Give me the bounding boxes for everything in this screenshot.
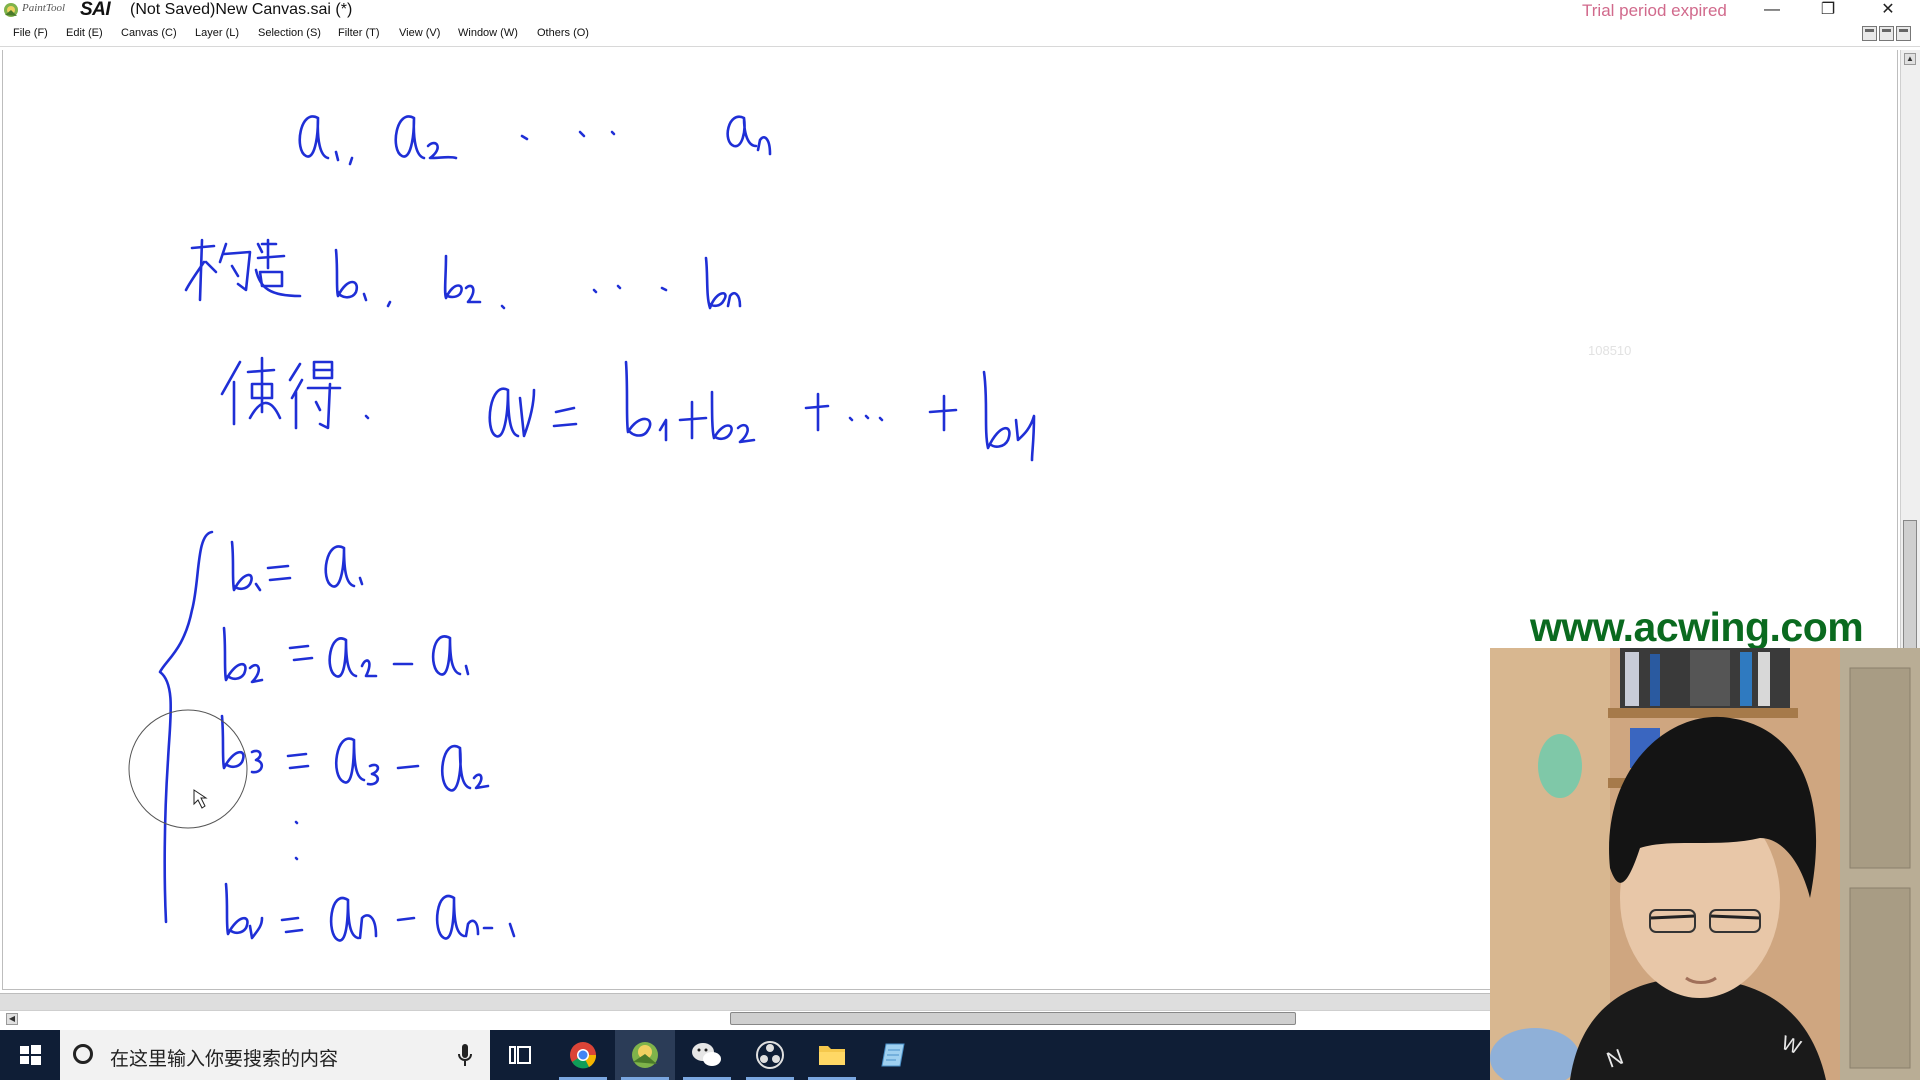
obs-studio-icon <box>756 1041 784 1069</box>
chrome-taskbar-button[interactable] <box>553 1030 613 1080</box>
windows-taskbar: 在这里输入你要搜索的内容 <box>0 1030 1490 1080</box>
notepad-taskbar-button[interactable] <box>864 1030 924 1080</box>
windows-logo-icon <box>20 1045 41 1065</box>
start-button[interactable] <box>0 1030 60 1080</box>
line-such-that <box>220 356 1036 462</box>
scroll-up-icon[interactable]: ▲ <box>1904 53 1916 65</box>
notepad-icon <box>881 1043 905 1067</box>
webcam-overlay: N W <box>1490 648 1920 1080</box>
horizontal-scroll-thumb[interactable] <box>730 1012 1296 1025</box>
line-a-sequence <box>298 115 772 166</box>
wechat-taskbar-button[interactable] <box>677 1030 737 1080</box>
horizontal-scrollbar[interactable]: ◀ <box>0 1010 1490 1027</box>
vertical-dot-2 <box>294 856 299 861</box>
taskbar-search-box[interactable]: 在这里输入你要搜索的内容 <box>60 1030 490 1080</box>
wechat-icon <box>692 1043 721 1066</box>
line-b3 <box>220 714 490 792</box>
brace-stroke <box>158 530 214 924</box>
vertical-dot-1 <box>294 820 299 825</box>
task-view-icon <box>509 1046 531 1064</box>
microphone-icon[interactable] <box>455 1042 475 1068</box>
task-view-button[interactable] <box>490 1030 550 1080</box>
acwing-watermark: www.acwing.com <box>1530 604 1864 650</box>
mouse-pointer-icon <box>193 789 208 809</box>
folder-icon <box>819 1046 845 1065</box>
cortana-icon <box>73 1044 93 1064</box>
line-bn <box>224 882 516 942</box>
search-placeholder: 在这里输入你要搜索的内容 <box>110 1049 339 1070</box>
obs-taskbar-button[interactable] <box>740 1030 800 1080</box>
line-b1 <box>230 540 364 592</box>
chrome-icon <box>570 1042 597 1069</box>
paint-tool-sai-icon <box>632 1042 658 1068</box>
line-b2 <box>222 626 470 684</box>
brush-cursor-circle <box>128 709 248 829</box>
scroll-left-icon[interactable]: ◀ <box>6 1013 18 1025</box>
file-explorer-taskbar-button[interactable] <box>802 1030 862 1080</box>
line-construct-b <box>184 238 742 310</box>
sai-taskbar-button[interactable] <box>615 1030 675 1080</box>
webcam-image: N W <box>1490 648 1920 1080</box>
